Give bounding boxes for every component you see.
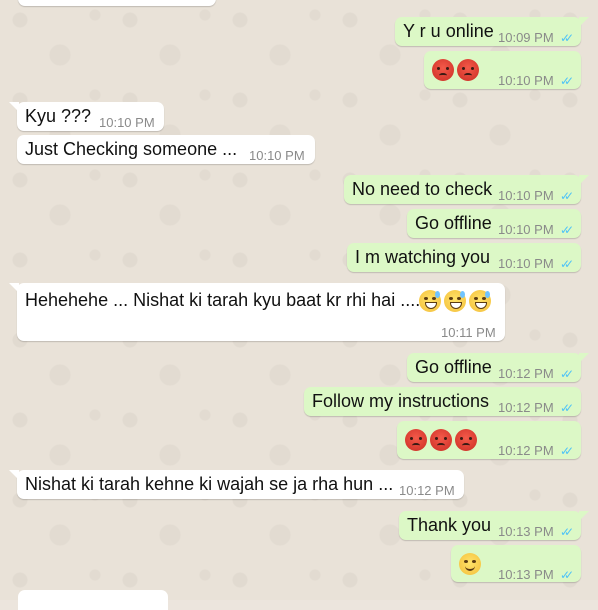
message-text: Nishat ki tarah kehne ki wajah se ja rha… [25,474,394,494]
message-bubble-incoming[interactable]: Hehehehe ... Nishat ki tarah kyu baat kr… [9,283,505,341]
message-time: 10:12 PM [399,483,455,498]
message-bubble-outgoing[interactable]: I m watching you 10:10 PM ✓✓ [347,243,581,272]
message-text: Go offline [415,357,492,377]
angry-face-icon [455,429,477,452]
angry-face-icon [432,59,454,82]
double-check-icon: ✓✓ [560,74,574,88]
message-text: Follow my instructions [312,391,490,411]
partial-message-bubble-top [18,0,216,6]
message-text: Kyu ??? [25,106,92,126]
message-bubble-outgoing[interactable]: Y r u online 10:09 PM ✓✓ [395,17,589,46]
message-bubble-outgoing[interactable]: 10:12 PM ✓✓ [397,421,581,459]
emoji-row [405,428,480,452]
partial-message-bubble-bottom [18,590,168,610]
double-check-icon: ✓✓ [560,367,574,381]
message-time: 10:10 PM [99,115,155,130]
message-bubble-outgoing[interactable]: 10:13 PM ✓✓ [451,545,581,582]
emoji-row [419,289,494,313]
message-time: 10:10 PM [498,73,554,88]
angry-face-icon [430,429,452,452]
message-bubble-incoming[interactable]: Kyu ??? 10:10 PM [9,102,164,131]
message-time: 10:12 PM [498,443,554,458]
double-check-icon: ✓✓ [560,401,574,415]
double-check-icon: ✓✓ [560,444,574,458]
message-text: Thank you [407,515,492,535]
message-time: 10:10 PM [498,188,554,203]
emoji-row [459,552,484,576]
angry-face-icon [405,429,427,452]
message-text: I m watching you [355,247,491,267]
grinning-sweat-face-icon [419,290,441,313]
message-bubble-incoming[interactable]: Nishat ki tarah kehne ki wajah se ja rha… [9,470,464,499]
message-bubble-outgoing[interactable]: No need to check 10:10 PM ✓✓ [344,175,589,204]
double-check-icon: ✓✓ [560,257,574,271]
message-bubble-outgoing[interactable]: Follow my instructions 10:12 PM ✓✓ [304,387,581,416]
message-text: Go offline [415,213,492,233]
message-time: 10:13 PM [498,524,554,539]
grinning-sweat-face-icon [444,290,466,313]
message-bubble-incoming[interactable]: Just Checking someone ... 10:10 PM [17,135,315,164]
message-text: Y r u online [403,21,494,41]
message-time: 10:10 PM [249,148,305,163]
message-time: 10:09 PM [498,30,554,45]
message-text: Just Checking someone ... [25,139,238,159]
smiling-face-icon [459,553,481,576]
message-time: 10:10 PM [498,222,554,237]
emoji-row [432,58,482,82]
double-check-icon: ✓✓ [560,223,574,237]
message-time: 10:11 PM [441,325,496,340]
message-time: 10:12 PM [498,400,554,415]
message-time: 10:10 PM [498,256,554,271]
message-bubble-outgoing[interactable]: Go offline 10:12 PM ✓✓ [407,353,589,382]
message-bubble-outgoing[interactable]: Thank you 10:13 PM ✓✓ [399,511,589,540]
angry-face-icon [457,59,479,82]
message-time: 10:12 PM [498,366,554,381]
message-time: 10:13 PM [498,567,554,582]
double-check-icon: ✓✓ [560,568,574,582]
double-check-icon: ✓✓ [560,31,574,45]
message-bubble-outgoing[interactable]: Go offline 10:10 PM ✓✓ [407,209,581,238]
message-bubble-outgoing[interactable]: 10:10 PM ✓✓ [424,51,581,89]
double-check-icon: ✓✓ [560,525,574,539]
message-text: Hehehehe ... Nishat ki tarah kyu baat kr… [25,290,421,310]
grinning-sweat-face-icon [469,290,491,313]
chat-area[interactable]: Y r u online 10:09 PM ✓✓ 10:10 PM ✓✓ Kyu… [0,0,598,610]
double-check-icon: ✓✓ [560,189,574,203]
message-text: No need to check [352,179,493,199]
